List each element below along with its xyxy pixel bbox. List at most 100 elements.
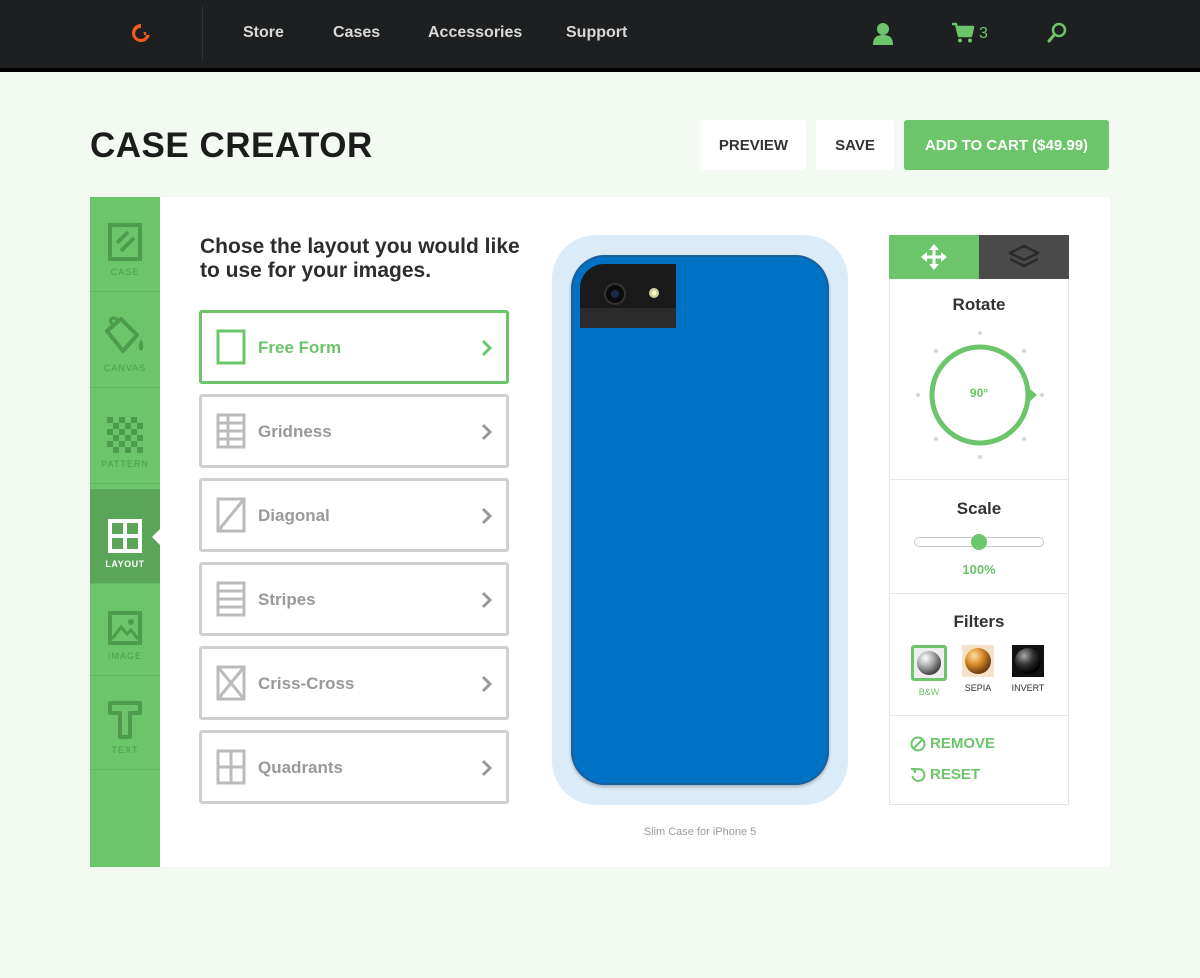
tool-sidebar: CASE CANVAS PATTERN LAYOUT IMAGE TEXT (90, 197, 160, 867)
remove-icon (910, 736, 926, 751)
filter-label: B&W (918, 687, 940, 697)
top-nav: Store Cases Accessories Support 3 (0, 0, 1200, 72)
layout-option-label: Stripes (258, 590, 316, 609)
tool-label: IMAGE (107, 651, 142, 661)
search-icon[interactable] (1047, 22, 1067, 44)
phone-case-canvas[interactable] (571, 255, 829, 785)
tool-canvas[interactable]: CANVAS (90, 293, 160, 388)
nav-link-store[interactable]: Store (243, 24, 284, 42)
panel-tabs (889, 235, 1069, 279)
tool-text[interactable]: TEXT (90, 675, 160, 770)
reset-icon (911, 767, 926, 782)
filter-invert-swatch (1012, 645, 1044, 677)
tab-layers[interactable] (979, 235, 1069, 279)
tool-label: CASE (110, 267, 140, 277)
scale-title: Scale (956, 499, 1002, 518)
bw-sphere-icon (914, 648, 944, 678)
scale-slider[interactable] (914, 534, 1044, 550)
image-icon (108, 611, 142, 645)
move-icon (921, 244, 947, 270)
nav-link-cases[interactable]: Cases (333, 24, 380, 42)
add-to-cart-button[interactable]: ADD TO CART ($49.99) (904, 120, 1109, 170)
tool-layout[interactable]: LAYOUT (90, 489, 160, 584)
layout-option-label: Free Form (258, 338, 342, 357)
brand-logo[interactable] (130, 22, 152, 46)
layout-option-diagonal[interactable]: Diagonal (199, 478, 509, 552)
filter-sepia-swatch (962, 645, 994, 677)
layout-option-criss-cross[interactable]: Criss-Cross (199, 646, 509, 720)
text-icon (108, 701, 142, 739)
nav-link-accessories[interactable]: Accessories (428, 24, 522, 42)
nav-link-support[interactable]: Support (566, 24, 627, 42)
panel-divider (890, 479, 1068, 480)
layout-option-label: Criss-Cross (258, 674, 355, 693)
product-caption: Slim Case for iPhone 5 (643, 826, 757, 838)
invert-sphere-icon (1012, 645, 1044, 677)
layout-option-label: Quadrants (258, 758, 344, 777)
free-form-layout-icon (216, 329, 246, 365)
paint-bucket-icon (105, 316, 144, 353)
case-creator-card: CASE CANVAS PATTERN LAYOUT IMAGE TEXT Ch… (90, 197, 1110, 867)
account-icon[interactable] (872, 22, 894, 46)
scale-value: 100% (962, 562, 996, 577)
filter-label: INVERT (1011, 683, 1045, 693)
rotate-title: Rotate (952, 295, 1006, 314)
layout-option-free-form[interactable]: Free Form (199, 310, 509, 384)
stripes-layout-icon (216, 581, 246, 617)
filter-label: SEPIA (964, 683, 992, 693)
phone-preview (552, 235, 848, 805)
panel-divider (890, 593, 1068, 594)
tab-move[interactable] (889, 235, 979, 279)
filters-title: Filters (953, 612, 1005, 631)
tool-label: PATTERN (101, 459, 149, 469)
tool-label: TEXT (111, 745, 139, 755)
cart-icon[interactable] (951, 22, 975, 44)
layout-option-stripes[interactable]: Stripes (199, 562, 509, 636)
checkerboard-icon (107, 417, 143, 453)
tool-label: CANVAS (103, 363, 147, 373)
diagonal-layout-icon (216, 497, 246, 533)
panel-divider (890, 715, 1068, 716)
remove-link[interactable]: REMOVE (910, 735, 995, 752)
filter-bw-swatch (911, 645, 947, 681)
tool-label: LAYOUT (105, 559, 145, 569)
reset-label: RESET (930, 766, 981, 783)
grid-icon (108, 519, 142, 553)
camera-cutout (580, 264, 676, 328)
layout-prompt: Chose the layout you would like to use f… (200, 235, 520, 282)
tool-case[interactable]: CASE (90, 197, 160, 292)
active-tool-pointer (152, 529, 160, 545)
tool-image[interactable]: IMAGE (90, 581, 160, 676)
reset-link[interactable]: RESET (910, 766, 980, 783)
chevron-right-icon (481, 759, 493, 777)
layout-option-gridness[interactable]: Gridness (199, 394, 509, 468)
page-title: CASE CREATOR (90, 126, 373, 165)
sepia-sphere-icon (962, 645, 994, 677)
chevron-right-icon (481, 675, 493, 693)
layout-option-label: Gridness (258, 422, 332, 441)
rotate-value: 90° (969, 386, 989, 400)
filter-sepia[interactable]: SEPIA (958, 645, 998, 693)
layout-option-quadrants[interactable]: Quadrants (199, 730, 509, 804)
chevron-right-icon (481, 591, 493, 609)
cart-count[interactable]: 3 (979, 25, 988, 43)
gridness-layout-icon (216, 413, 246, 449)
nav-divider (202, 6, 203, 62)
scale-slider-thumb[interactable] (971, 534, 987, 550)
chevron-right-icon (481, 507, 493, 525)
chevron-right-icon (481, 339, 493, 357)
case-icon (108, 223, 142, 261)
quadrants-layout-icon (216, 749, 246, 785)
camera-lens-icon (580, 283, 676, 328)
preview-button[interactable]: PREVIEW (701, 120, 806, 170)
remove-label: REMOVE (930, 735, 996, 752)
layout-option-label: Diagonal (258, 506, 330, 525)
chevron-right-icon (481, 423, 493, 441)
layers-icon (1008, 244, 1040, 268)
tool-pattern[interactable]: PATTERN (90, 389, 160, 484)
save-button[interactable]: SAVE (816, 120, 894, 170)
filter-invert[interactable]: INVERT (1008, 645, 1048, 693)
criss-cross-layout-icon (216, 665, 246, 701)
filter-bw[interactable]: B&W (909, 645, 949, 697)
transform-panel: Rotate 90° Scale 100% Filters B&W SEPIA … (889, 235, 1069, 805)
